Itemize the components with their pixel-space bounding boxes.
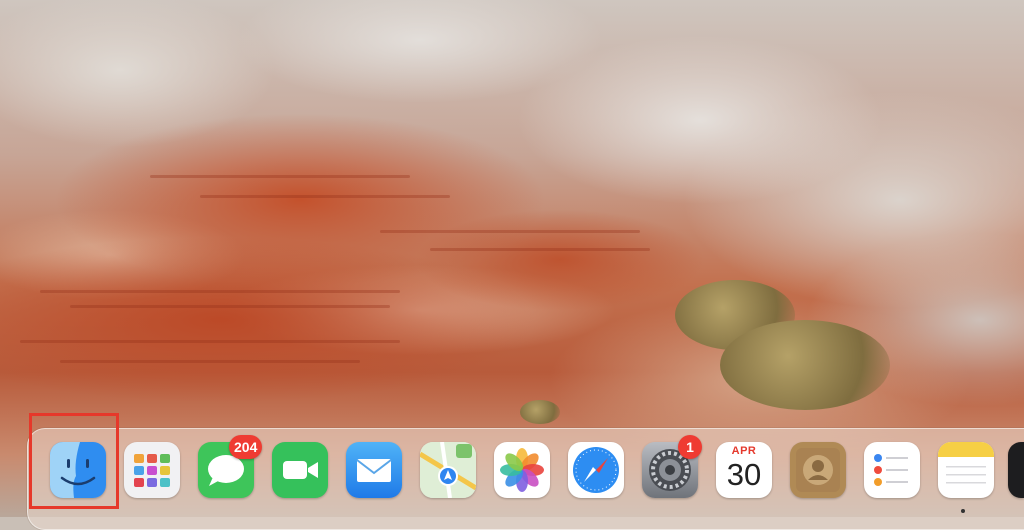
photos-app-icon[interactable] — [494, 442, 550, 498]
maps-app-icon[interactable] — [420, 442, 476, 498]
launchpad-app-icon[interactable] — [124, 442, 180, 498]
partial-app-icon[interactable] — [1008, 442, 1024, 498]
maps-icon — [420, 442, 476, 498]
contacts-app-icon[interactable] — [790, 442, 846, 498]
calendar-day: 30 — [726, 457, 762, 492]
notes-icon — [938, 442, 994, 484]
settings-badge: 1 — [678, 435, 702, 459]
mail-icon — [356, 459, 392, 482]
safari-icon — [573, 447, 619, 493]
calendar-month: APR — [731, 445, 757, 457]
facetime-app-icon[interactable] — [272, 442, 328, 498]
safari-app-icon[interactable] — [568, 442, 624, 498]
launchpad-icon — [134, 454, 170, 487]
photos-icon — [500, 448, 544, 492]
reminders-icon — [874, 454, 908, 486]
contacts-icon — [796, 448, 840, 492]
finder-highlight-box — [29, 413, 119, 509]
notes-running-indicator — [961, 509, 965, 513]
reminders-app-icon[interactable] — [864, 442, 920, 498]
notes-app-icon[interactable] — [938, 442, 994, 498]
messages-badge: 204 — [229, 435, 263, 459]
calendar-app-icon[interactable]: APR 30 — [716, 442, 772, 498]
mail-app-icon[interactable] — [346, 442, 402, 498]
facetime-icon — [283, 461, 318, 479]
